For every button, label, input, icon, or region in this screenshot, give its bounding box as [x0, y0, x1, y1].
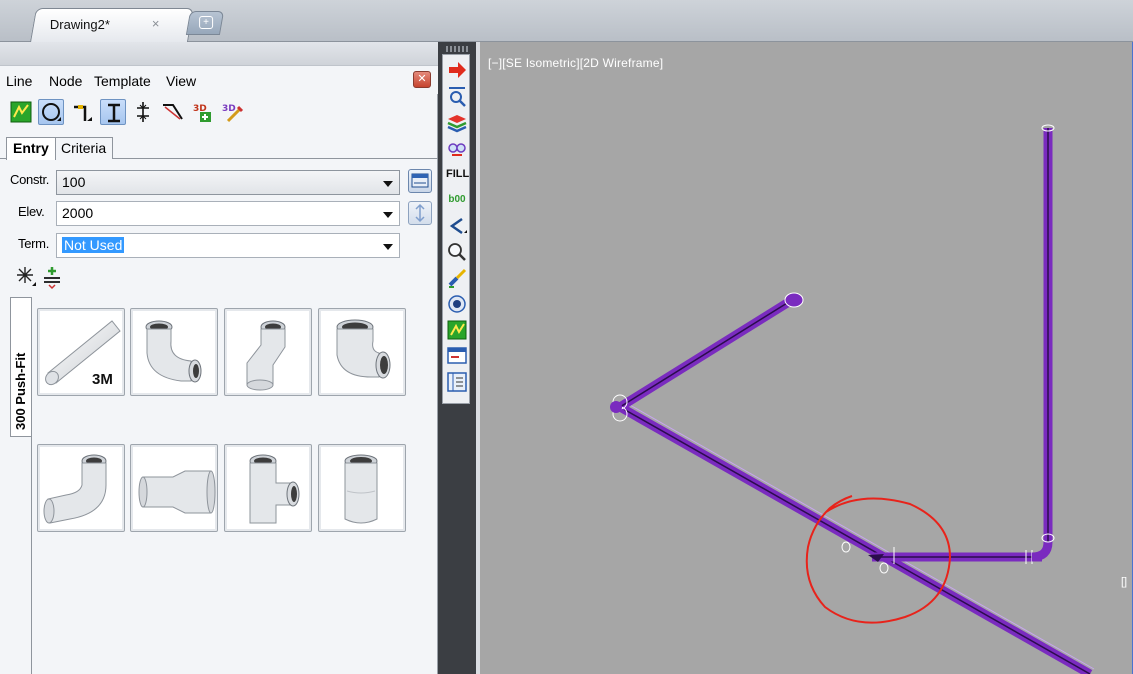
constr-row: Constr. 100 — [0, 168, 438, 196]
fill-icon[interactable]: FILL — [446, 163, 469, 185]
pipe-elbow-node — [610, 394, 628, 422]
green-grid-icon[interactable] — [446, 319, 468, 341]
tab-title: Drawing2* — [49, 17, 110, 32]
magnifier-icon[interactable] — [446, 241, 468, 263]
glasses-icon[interactable] — [446, 137, 468, 159]
fitting-elbow-long[interactable] — [37, 444, 125, 532]
chevron-down-icon — [383, 181, 393, 187]
fitting-elbow-45[interactable] — [224, 308, 312, 396]
panel-icon[interactable] — [446, 371, 468, 393]
tab-close-icon[interactable]: × — [152, 16, 160, 31]
fitting-coupling[interactable] — [318, 444, 406, 532]
zoom-icon[interactable] — [446, 85, 468, 107]
catalog-divider — [31, 297, 32, 674]
constr-label: Constr. — [10, 172, 50, 187]
term-label: Term. — [18, 236, 50, 251]
constr-value: 100 — [62, 174, 86, 190]
pipe-end-cap — [784, 292, 804, 308]
elbow-long-icon — [43, 454, 107, 524]
fitting-tee[interactable] — [224, 444, 312, 532]
fitting-reducer[interactable] — [130, 444, 218, 532]
constr-dropdown[interactable]: 100 — [56, 170, 400, 195]
term-dropdown[interactable]: Not Used — [56, 233, 400, 258]
3d-edit-tool-icon[interactable]: 3D — [220, 99, 246, 125]
split-tool-icon[interactable] — [130, 99, 156, 125]
chevron-down-icon — [383, 212, 393, 218]
toolbar-grip[interactable] — [446, 46, 468, 52]
catalog-tab-label: 300 Push-Fit — [13, 352, 28, 430]
elev-row: Elev. 2000 — [0, 200, 438, 228]
table-settings-icon — [411, 173, 429, 188]
coupling-icon — [344, 454, 378, 524]
document-tab-bar: Drawing2* × + — [0, 0, 1133, 42]
elev-dropdown[interactable]: 2000 — [56, 201, 400, 226]
chevron-down-icon — [383, 244, 393, 250]
elbow-short-icon — [336, 319, 391, 379]
tab-entry[interactable]: Entry — [6, 137, 56, 160]
layers-icon[interactable] — [446, 111, 468, 133]
term-value: Not Used — [62, 237, 125, 253]
elbow-45-icon — [246, 320, 286, 391]
toolbar-panel: FILL b00 — [442, 54, 470, 404]
palette-title-bar[interactable] — [0, 42, 438, 66]
circle-node-tool-icon[interactable] — [38, 99, 64, 125]
fitting-elbow-90[interactable] — [130, 308, 218, 396]
pipe-run-riser — [1031, 124, 1055, 562]
term-row: Term. Not Used — [0, 232, 438, 260]
tab-criteria[interactable]: Criteria — [54, 137, 114, 159]
constr-settings-button[interactable] — [408, 169, 432, 193]
b00-icon[interactable]: b00 — [446, 189, 468, 211]
tab-drawing2[interactable]: Drawing2* × — [30, 8, 194, 42]
window-icon[interactable] — [446, 345, 468, 367]
viewport-edge-marker: [] — [1121, 576, 1128, 588]
elbow-90-icon — [145, 320, 202, 383]
menu-node[interactable]: Node — [49, 73, 82, 89]
menu-template[interactable]: Template — [94, 73, 151, 89]
elevation-icon — [415, 203, 425, 223]
brush-icon[interactable] — [446, 267, 468, 289]
3d-add-tool-icon[interactable]: 3D — [191, 99, 217, 125]
grid-tool-icon[interactable] — [8, 99, 34, 125]
elev-pick-button[interactable] — [408, 201, 432, 225]
piping-palette: Line Node Template View ✕ 3D 3D Entry Cr… — [0, 42, 438, 674]
catalog-tab-300-push-fit[interactable]: 300 Push-Fit — [10, 297, 32, 437]
red-arrow-icon[interactable] — [446, 59, 468, 81]
pipe-network-drawing — [610, 124, 1095, 674]
menu-view[interactable]: View — [166, 73, 196, 89]
fitting-elbow-short[interactable] — [318, 308, 406, 396]
offset-tool-icon[interactable] — [70, 99, 96, 125]
eye-icon[interactable] — [446, 293, 468, 315]
pipe-run-diagonal-main — [617, 400, 1095, 674]
vertical-toolbar: FILL b00 — [438, 42, 476, 674]
drawing-viewport[interactable]: [−][SE Isometric][2D Wireframe] [] — [476, 42, 1133, 674]
add-elevation-icon[interactable] — [40, 264, 66, 290]
reducer-icon — [138, 470, 216, 514]
elev-label: Elev. — [18, 204, 45, 219]
palette-menubar: Line Node Template View ✕ — [0, 66, 438, 94]
fitting-straight-pipe[interactable]: 3M — [37, 308, 125, 396]
tee-icon — [249, 454, 300, 524]
svg-text:3D: 3D — [222, 104, 236, 114]
palette-tabs: Entry Criteria — [0, 133, 438, 160]
slope-tool-icon[interactable] — [160, 99, 186, 125]
palette-toolbar: 3D 3D — [0, 95, 438, 129]
fitting-label: 3M — [92, 371, 113, 388]
pipe-run-horizontal — [872, 547, 1042, 564]
chevron-left-icon[interactable] — [446, 215, 468, 237]
pipe-run-upper-branch — [617, 292, 804, 411]
menu-line[interactable]: Line — [6, 73, 32, 89]
new-tab-button[interactable]: + — [185, 11, 225, 35]
new-tab-icon: + — [199, 16, 214, 29]
elev-value: 2000 — [62, 205, 94, 221]
palette-close-button[interactable]: ✕ — [413, 71, 431, 88]
explode-icon[interactable] — [14, 264, 40, 290]
insert-tool-icon[interactable] — [100, 99, 126, 125]
